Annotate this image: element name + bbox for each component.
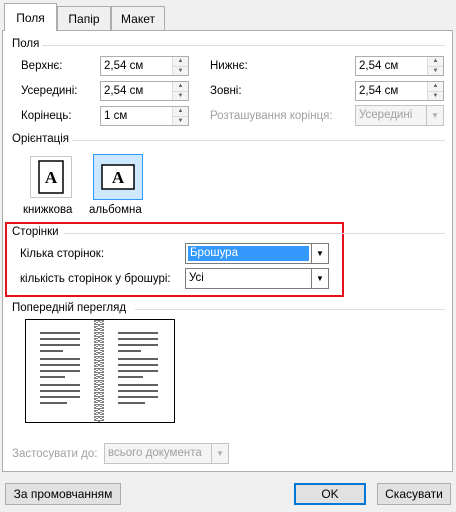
portrait-label: книжкова [23, 204, 73, 216]
spin-down-icon[interactable]: ▼ [428, 65, 443, 75]
tab-layout[interactable]: Макет [111, 6, 165, 30]
top-margin-label: Верхнє: [21, 60, 63, 72]
multiple-pages-value: Брошура [188, 246, 309, 261]
top-margin-value: 2,54 см [104, 60, 144, 72]
spin-up-icon[interactable]: ▲ [173, 57, 188, 66]
gutter-position-label: Розташування корінця: [210, 110, 333, 122]
cancel-label: Скасувати [385, 487, 443, 501]
portrait-button[interactable]: A [30, 156, 72, 198]
chevron-down-icon: ▼ [426, 106, 443, 125]
gutter-label: Корінець: [21, 110, 72, 122]
inside-margin-field[interactable]: 2,54 см ▲ ▼ [100, 81, 189, 101]
set-as-default-button[interactable]: За промовчанням [5, 483, 121, 505]
tab-margins[interactable]: Поля [4, 3, 57, 31]
spin-down-icon[interactable]: ▼ [173, 65, 188, 75]
chevron-down-icon: ▼ [211, 444, 228, 463]
landscape-page-icon: A [101, 164, 135, 190]
tab-layout-label: Макет [121, 11, 155, 26]
spin-up-icon[interactable]: ▲ [173, 107, 188, 116]
sheets-per-booklet-value: Усі [189, 272, 204, 284]
gutter-position-select: Усередині ▼ [355, 105, 444, 126]
bottom-margin-field[interactable]: 2,54 см ▲ ▼ [355, 56, 444, 76]
set-as-default-label: За промовчанням [13, 487, 113, 501]
tab-margins-label: Поля [16, 10, 45, 25]
portrait-page-icon: A [38, 160, 64, 194]
inside-margin-label: Усередині: [21, 85, 78, 97]
spin-down-icon[interactable]: ▼ [173, 115, 188, 125]
top-margin-field[interactable]: 2,54 см ▲ ▼ [100, 56, 189, 76]
outside-margin-field[interactable]: 2,54 см ▲ ▼ [355, 81, 444, 101]
spin-up-icon[interactable]: ▲ [428, 57, 443, 66]
apply-to-label: Застосувати до: [12, 448, 98, 460]
multiple-pages-select[interactable]: Брошура ▼ [185, 243, 329, 264]
bottom-margin-label: Нижнє: [210, 60, 248, 72]
ok-label: OK [321, 487, 339, 501]
spin-down-icon[interactable]: ▼ [173, 90, 188, 100]
multiple-pages-label: Кілька сторінок: [20, 248, 105, 260]
chevron-down-icon[interactable]: ▼ [311, 269, 328, 288]
orientation-group-title: Орієнтація [12, 133, 70, 145]
booklet-preview [25, 319, 175, 423]
sheets-per-booklet-label: кількість сторінок у брошурі: [20, 273, 171, 285]
bottom-margin-value: 2,54 см [359, 60, 399, 72]
inside-margin-value: 2,54 см [104, 85, 144, 97]
cancel-button[interactable]: Скасувати [377, 483, 451, 505]
tab-paper-label: Папір [68, 11, 100, 26]
pages-group-title: Сторінки [12, 226, 59, 238]
margins-divider [42, 45, 445, 46]
apply-to-value: всього документа [108, 447, 202, 459]
preview-divider [135, 309, 445, 310]
spin-down-icon[interactable]: ▼ [428, 90, 443, 100]
orientation-divider [72, 140, 445, 141]
gutter-value: 1 см [104, 110, 128, 122]
tab-paper[interactable]: Папір [57, 6, 111, 30]
sheets-per-booklet-select[interactable]: Усі ▼ [185, 268, 329, 289]
preview-group-title: Попередній перегляд [12, 302, 127, 314]
gutter-position-value: Усередині [359, 109, 413, 121]
chevron-down-icon[interactable]: ▼ [311, 244, 328, 263]
pages-divider [64, 233, 445, 234]
gutter-field[interactable]: 1 см ▲ ▼ [100, 106, 189, 126]
ok-button[interactable]: OK [294, 483, 366, 505]
landscape-label: альбомна [89, 204, 142, 216]
landscape-icon-letter: A [112, 168, 125, 187]
margins-group-title: Поля [12, 38, 40, 50]
outside-margin-value: 2,54 см [359, 85, 399, 97]
portrait-icon-letter: A [45, 168, 58, 187]
apply-to-select: всього документа ▼ [104, 443, 229, 464]
spin-up-icon[interactable]: ▲ [173, 82, 188, 91]
spin-up-icon[interactable]: ▲ [428, 82, 443, 91]
landscape-button[interactable]: A [93, 154, 143, 200]
outside-margin-label: Зовні: [210, 85, 242, 97]
